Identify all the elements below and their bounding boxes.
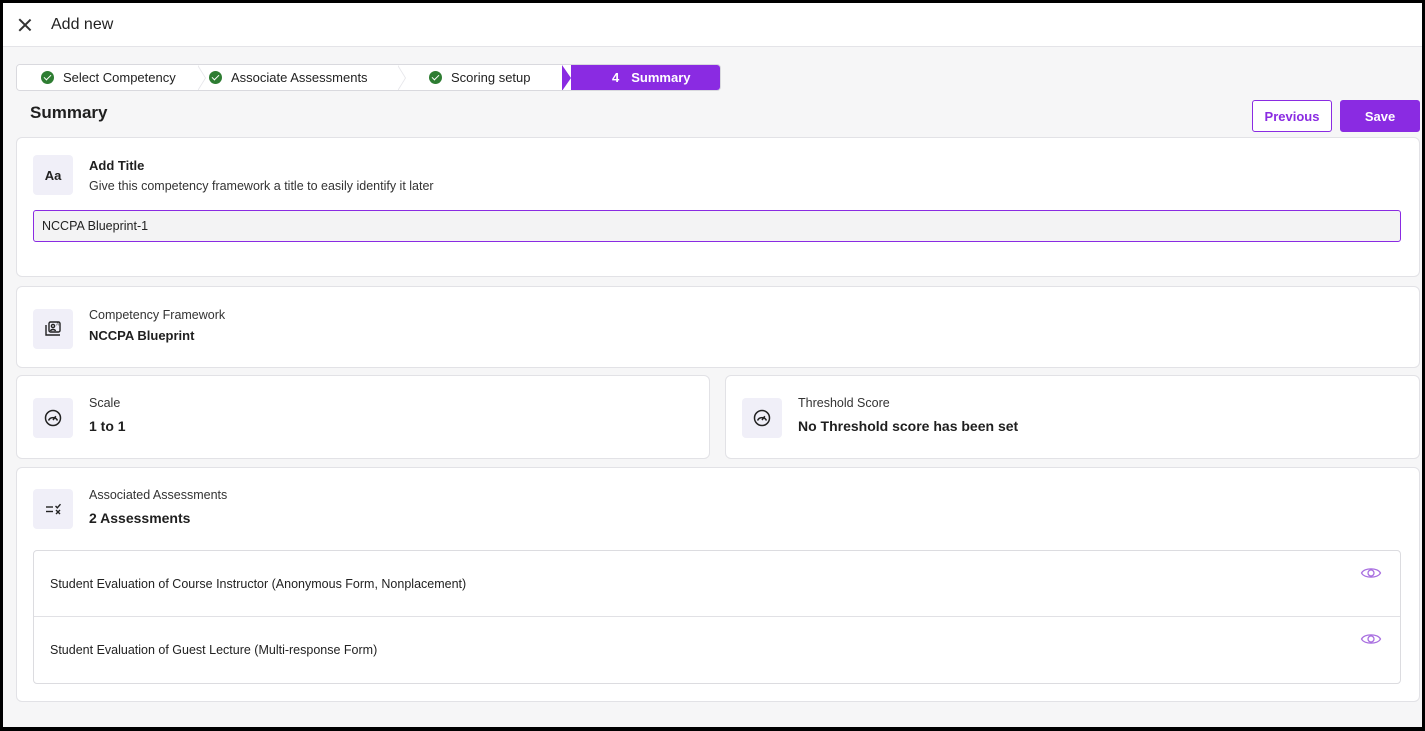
step-label: Associate Assessments [231, 70, 368, 85]
list-item: Student Evaluation of Course Instructor … [34, 551, 1400, 617]
svg-text:A: A [56, 321, 59, 326]
assessment-name: Student Evaluation of Course Instructor … [50, 576, 467, 591]
close-icon[interactable] [17, 17, 33, 33]
save-button[interactable]: Save [1340, 100, 1420, 132]
app-window: Add new Select Competency Associate Asse… [0, 0, 1425, 731]
scale-card: Scale 1 to 1 [16, 375, 710, 459]
step-divider [397, 65, 405, 90]
framework-icon: A [33, 309, 73, 349]
scale-value: 1 to 1 [89, 418, 126, 434]
framework-label: Competency Framework [89, 308, 226, 322]
step-scoring-setup[interactable]: Scoring setup [397, 65, 562, 90]
title-card: Aa Add Title Give this competency framew… [16, 137, 1420, 277]
title-card-heading: Add Title [89, 158, 145, 173]
step-label: Summary [631, 70, 691, 85]
text-format-icon-label: Aa [44, 167, 62, 183]
header-bar: Add new [3, 3, 1422, 47]
scale-label: Scale [89, 396, 121, 410]
step-divider [197, 65, 205, 90]
step-select-competency[interactable]: Select Competency [17, 65, 206, 90]
assessments-card: Associated Assessments 2 Assessments Stu… [16, 467, 1420, 702]
wizard-stepper: Select Competency Associate Assessments … [16, 64, 721, 91]
title-card-description: Give this competency framework a title t… [89, 179, 434, 193]
eye-icon[interactable] [1360, 631, 1382, 647]
eye-icon[interactable] [1360, 565, 1382, 581]
framework-card: A Competency Framework NCCPA Blueprint [16, 286, 1420, 368]
previous-button[interactable]: Previous [1252, 100, 1332, 132]
gauge-icon [33, 398, 73, 438]
list-item: Student Evaluation of Guest Lecture (Mul… [34, 617, 1400, 683]
text-format-icon: Aa [33, 155, 73, 195]
checklist-icon [33, 489, 73, 529]
assessment-name: Student Evaluation of Guest Lecture (Mul… [50, 643, 378, 657]
step-summary[interactable]: 4 Summary [562, 65, 720, 90]
page-title: Summary [30, 103, 108, 122]
threshold-label: Threshold Score [798, 396, 890, 410]
title-input[interactable] [33, 210, 1401, 242]
step-label: Select Competency [63, 70, 176, 85]
step-number: 4 [612, 70, 620, 85]
gauge-icon [742, 398, 782, 438]
step-associate-assessments[interactable]: Associate Assessments [197, 65, 406, 90]
framework-value: NCCPA Blueprint [89, 328, 195, 343]
check-circle-icon [41, 71, 54, 84]
check-circle-icon [429, 71, 442, 84]
dialog-title: Add new [51, 15, 114, 33]
assessments-label: Associated Assessments [89, 488, 228, 502]
step-label: Scoring setup [451, 70, 531, 85]
threshold-card: Threshold Score No Threshold score has b… [725, 375, 1420, 459]
assessments-value: 2 Assessments [89, 510, 191, 526]
threshold-value: No Threshold score has been set [798, 418, 1019, 434]
check-circle-icon [209, 71, 222, 84]
assessment-list: Student Evaluation of Course Instructor … [33, 550, 1401, 684]
